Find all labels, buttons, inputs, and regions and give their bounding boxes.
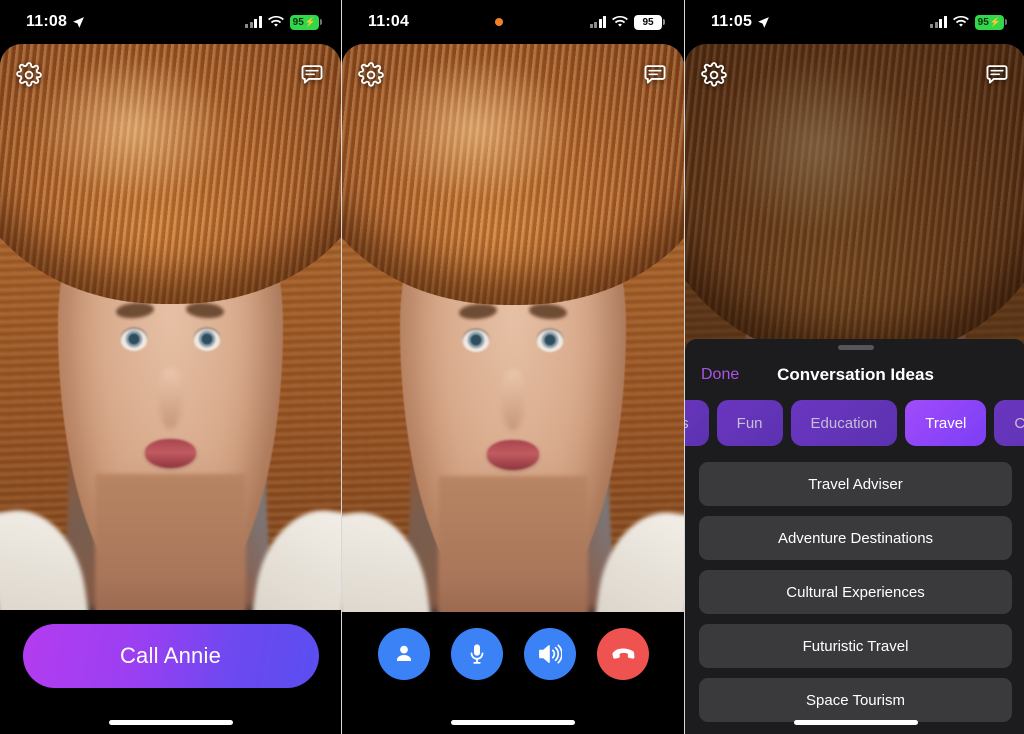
conversation-ideas-list: Travel Adviser Adventure Destinations Cu… [685, 446, 1024, 734]
category-chip-travel[interactable]: Travel [905, 400, 987, 446]
status-time: 11:08 [26, 13, 68, 30]
speaker-icon [537, 642, 562, 666]
annie-video-view [0, 44, 341, 610]
sheet-header: Done Conversation Ideas [685, 350, 1024, 400]
battery-level: 95 [292, 16, 304, 28]
call-controls-row [377, 628, 649, 680]
eyebrow-right [528, 302, 568, 321]
neck [95, 474, 246, 610]
screenshot-board: 11:08 95 ⚡ Call Annie 11:04 95 11:05 95 … [0, 0, 1024, 734]
settings-button[interactable] [356, 60, 386, 90]
hair-sheen [376, 55, 575, 204]
location-arrow-icon [72, 16, 85, 29]
status-indicators: 95 [589, 14, 665, 30]
idea-item[interactable]: Space Tourism [699, 678, 1012, 722]
status-bar: 11:04 95 [342, 0, 684, 44]
idea-item[interactable]: Futuristic Travel [699, 624, 1012, 668]
end-call-button[interactable] [596, 628, 649, 680]
battery-indicator: 95 ⚡ [289, 14, 323, 30]
nose [159, 367, 182, 430]
eyebrow-left [115, 301, 156, 320]
status-time-group: 11:08 [26, 13, 85, 31]
speech-bubble-icon [299, 62, 325, 88]
speaker-button[interactable] [523, 628, 576, 680]
eye-right [535, 328, 564, 352]
settings-button[interactable] [14, 60, 44, 90]
microphone-button[interactable] [450, 628, 503, 680]
chat-button[interactable] [982, 60, 1012, 90]
category-chip-sports[interactable]: ts [685, 400, 709, 446]
call-annie-button[interactable]: Call Annie [22, 624, 319, 688]
home-indicator[interactable] [108, 720, 233, 725]
status-bar: 11:08 95 ⚡ [0, 0, 341, 44]
category-chip-career[interactable]: Career [994, 400, 1024, 446]
category-chip-education[interactable]: Education [790, 400, 898, 446]
category-chip-row[interactable]: ts Fun Education Travel Career [685, 400, 1024, 446]
wifi-icon [267, 16, 284, 28]
category-chip-fun[interactable]: Fun [716, 400, 783, 446]
charging-bolt-icon: ⚡ [989, 16, 1001, 27]
wifi-icon [612, 16, 628, 28]
gear-icon [16, 62, 42, 88]
eyebrow-left [458, 302, 498, 321]
end-call-icon [610, 641, 636, 667]
idea-item[interactable]: Travel Adviser [699, 462, 1012, 506]
idea-item[interactable]: Cultural Experiences [699, 570, 1012, 614]
gear-icon [358, 62, 384, 88]
charging-bolt-icon: ⚡ [304, 16, 316, 27]
battery-indicator: 95 ⚡ [974, 14, 1008, 30]
status-time: 11:05 [711, 13, 753, 30]
lips [144, 438, 197, 469]
wifi-icon [952, 16, 969, 28]
eyebrow-right [185, 301, 226, 320]
battery-level: 95 [977, 16, 989, 28]
conversation-ideas-sheet: Done Conversation Ideas ts Fun Education… [685, 339, 1024, 734]
eye-left [119, 327, 148, 351]
idea-item[interactable]: Adventure Destinations [699, 516, 1012, 560]
battery-indicator: 95 [634, 14, 665, 30]
nose [501, 368, 525, 431]
status-indicators: 95 ⚡ [930, 14, 1008, 30]
annie-portrait [342, 44, 684, 612]
battery-level: 95 [642, 16, 654, 28]
cellular-signal-icon [930, 16, 947, 28]
annie-video-view [342, 44, 684, 612]
phone-panel-idle: 11:08 95 ⚡ Call Annie [0, 0, 341, 734]
speech-bubble-icon [984, 62, 1010, 88]
speech-bubble-icon [642, 62, 668, 88]
status-time-group: 11:05 [711, 13, 770, 31]
cellular-signal-icon [245, 16, 262, 28]
annie-portrait [0, 44, 341, 610]
person-button[interactable] [377, 628, 430, 680]
settings-button[interactable] [699, 60, 729, 90]
neck [437, 475, 589, 612]
home-indicator[interactable] [451, 720, 575, 725]
status-center [409, 18, 589, 26]
idle-bottom-bar: Call Annie [0, 610, 341, 734]
location-arrow-icon [757, 16, 770, 29]
done-button[interactable]: Done [701, 366, 739, 384]
eye-right [193, 327, 222, 351]
status-indicators: 95 ⚡ [245, 14, 323, 30]
home-indicator[interactable] [793, 720, 918, 725]
phone-panel-conversation-ideas: 11:05 95 ⚡ Done Conversation Ideas Fun E… [685, 0, 1024, 734]
hair-sheen [34, 55, 232, 203]
phone-panel-in-call: 11:04 95 [342, 0, 684, 734]
status-time: 11:04 [368, 13, 410, 30]
chat-button[interactable] [640, 60, 670, 90]
microphone-icon [465, 642, 489, 666]
eye-left [462, 328, 491, 352]
microphone-in-use-indicator [495, 18, 504, 26]
gear-icon [701, 62, 727, 88]
call-controls-bar [342, 612, 684, 734]
status-time-group: 11:04 [368, 13, 409, 31]
chat-button[interactable] [297, 60, 327, 90]
cellular-signal-icon [589, 16, 606, 28]
person-icon [392, 642, 416, 666]
lips [487, 440, 539, 470]
status-bar: 11:05 95 ⚡ [685, 0, 1024, 44]
